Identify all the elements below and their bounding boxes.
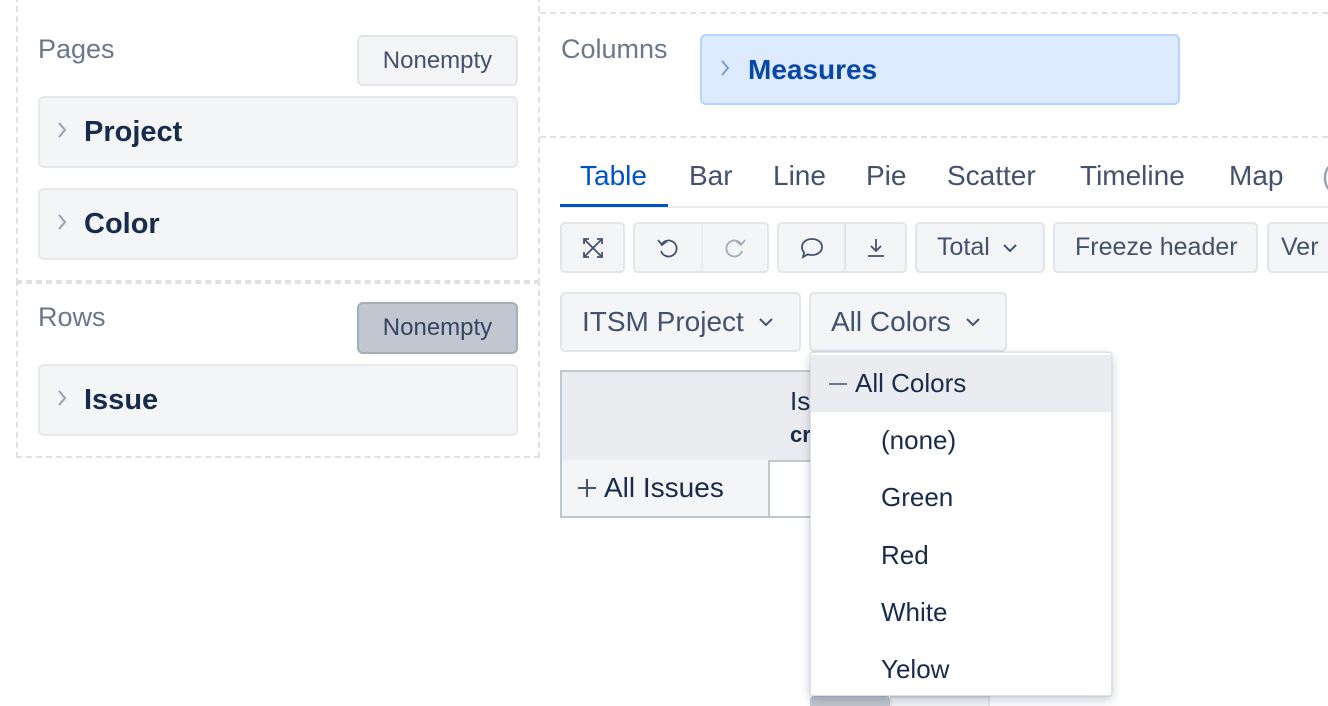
total-dropdown[interactable]: Total [915, 222, 1045, 273]
comment-button[interactable] [779, 224, 844, 271]
redo-icon [725, 238, 746, 257]
column-header-subtext: cr [790, 422, 811, 447]
dropdown-option[interactable]: Green [811, 469, 1111, 526]
fullscreen-group [560, 222, 625, 273]
rows-nonempty-button[interactable]: Nonempty [357, 302, 518, 354]
column-header-text: Is [790, 386, 811, 416]
dropdown-option-label: Green [881, 482, 954, 512]
redo-button[interactable] [701, 224, 767, 271]
dropdown-option-label: (none) [881, 425, 957, 455]
download-icon [867, 238, 884, 257]
tab-bar[interactable]: Bar [689, 160, 733, 192]
columns-divider [540, 12, 1328, 14]
rows-title: Rows [38, 302, 106, 332]
tab-map[interactable]: Map [1229, 160, 1283, 192]
dimension-label: Measures [748, 53, 878, 85]
tab-table[interactable]: Table [580, 160, 647, 192]
pages-title: Pages [38, 34, 115, 64]
share-group [777, 222, 907, 273]
dropdown-option-label: All Colors [855, 368, 967, 398]
chevron-right-icon [40, 387, 84, 413]
chevron-down-icon [965, 316, 981, 328]
tab-timeline[interactable]: Timeline [1080, 160, 1185, 192]
columns-dimension-measures[interactable]: Measures [700, 34, 1180, 105]
export-button[interactable] [844, 224, 905, 271]
chevron-down-icon [1003, 243, 1017, 252]
undo-icon [657, 238, 678, 257]
tab-pie[interactable]: Pie [866, 160, 906, 192]
vertical-header-button[interactable]: Ver [1267, 222, 1328, 273]
active-tab-indicator [560, 204, 668, 207]
comment-icon [800, 237, 823, 259]
freeze-header-label: Freeze header [1075, 233, 1238, 261]
table-row-header[interactable]: All Issues [560, 460, 770, 518]
tab-scatter[interactable]: Scatter [947, 160, 1036, 192]
dimension-label: Issue [84, 383, 159, 416]
dimension-label: Project [84, 115, 183, 148]
columns-divider-bottom [540, 136, 1328, 138]
chevron-down-icon [758, 316, 774, 328]
pages-dimension-color[interactable]: Color [38, 188, 518, 260]
dropdown-option[interactable]: White [811, 584, 1111, 641]
chevron-right-icon [702, 57, 748, 83]
dropdown-option-label: Yelow [881, 654, 950, 684]
columns-title: Columns [561, 34, 668, 64]
chevron-right-icon [40, 211, 84, 237]
project-filter-value: ITSM Project [582, 306, 744, 337]
expand-plus-icon[interactable] [576, 477, 598, 499]
dropdown-option-all-colors[interactable]: All Colors [811, 355, 1111, 412]
freeze-header-button[interactable]: Freeze header [1053, 222, 1258, 273]
row-header-label: All Issues [604, 472, 724, 503]
history-group [633, 222, 769, 273]
dropdown-option[interactable]: Red [811, 527, 1111, 584]
total-label: Total [937, 233, 990, 261]
collapse-dash-icon [829, 382, 847, 385]
color-filter-select[interactable]: All Colors [809, 292, 1007, 352]
tab-more-partial[interactable]: ( [1322, 160, 1328, 192]
color-filter-value: All Colors [831, 306, 951, 337]
rows-dimension-issue[interactable]: Issue [38, 364, 518, 436]
chevron-right-icon [40, 119, 84, 145]
vertical-header-label: Ver [1281, 233, 1319, 261]
table-corner-cell [560, 370, 770, 462]
dropdown-option[interactable]: (none) [811, 412, 1111, 469]
dropdown-option[interactable]: Yelow [811, 641, 1111, 698]
color-filter-dropdown: All Colors (none) Green Red White Yelow [810, 352, 1112, 696]
expand-icon [582, 237, 603, 258]
project-filter-select[interactable]: ITSM Project [560, 292, 801, 352]
tabs-rule [560, 206, 1328, 208]
dimension-label: Color [84, 207, 160, 240]
dropdown-option-label: White [881, 597, 948, 627]
pages-nonempty-button[interactable]: Nonempty [357, 35, 518, 86]
dropdown-option-label: Red [881, 540, 929, 570]
pages-dimension-project[interactable]: Project [38, 96, 518, 168]
fullscreen-button[interactable] [562, 224, 623, 271]
tab-line[interactable]: Line [773, 160, 826, 192]
undo-button[interactable] [635, 224, 701, 271]
